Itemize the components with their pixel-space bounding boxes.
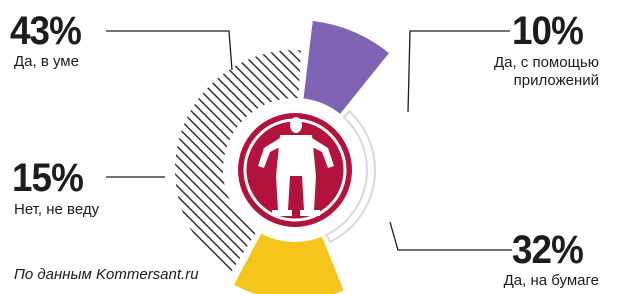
slice-da-s-pomoshchyu-prilozheniy — [303, 21, 389, 114]
leader-line-43 — [106, 30, 233, 71]
value-label-32: 32% — [512, 228, 584, 272]
category-label-15: Нет, не веду — [14, 201, 100, 218]
leader-line-32 — [389, 221, 512, 251]
source-note: По данным Kommersant.ru — [14, 266, 199, 283]
category-label-32: Да, на бумаге — [503, 272, 599, 289]
value-label-15: 15% — [12, 156, 84, 200]
value-label-10: 10% — [512, 9, 584, 53]
slice-net-ne-vedu — [233, 233, 344, 294]
value-label-43: 43% — [10, 9, 82, 53]
category-label-10: Да, с помощью приложений — [493, 54, 599, 89]
category-label-43: Да, в уме — [14, 53, 79, 70]
